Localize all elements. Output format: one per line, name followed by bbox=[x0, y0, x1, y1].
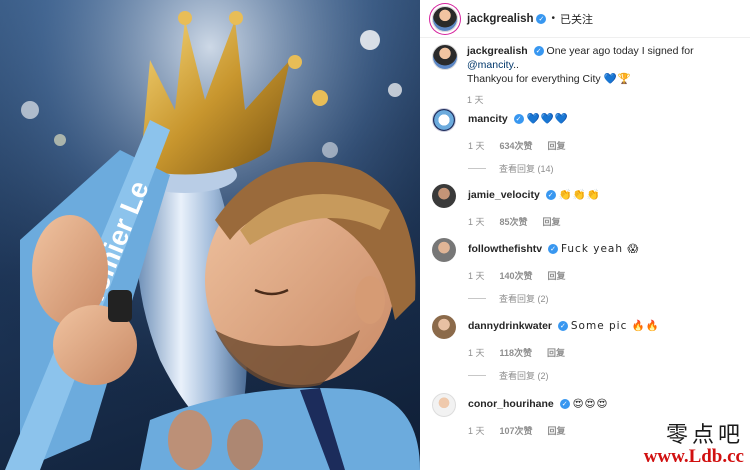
view-replies-button[interactable]: 查看回复 (2) bbox=[468, 369, 744, 382]
commenter-avatar[interactable] bbox=[432, 184, 456, 208]
comment-timestamp[interactable]: 1 天 bbox=[468, 139, 485, 152]
comment-username[interactable]: jamie_velocity bbox=[468, 189, 540, 201]
verified-badge-icon: ✓ bbox=[548, 244, 559, 254]
view-replies-label: 查看回复 (14) bbox=[499, 164, 554, 174]
comment-reply-button[interactable]: 回复 bbox=[547, 346, 565, 359]
post-caption: jackgrealish ✓ One year ago today I sign… bbox=[432, 44, 744, 107]
separator-dot: • bbox=[551, 13, 555, 24]
comment-username[interactable]: dannydrinkwater bbox=[468, 320, 552, 332]
watermark-url: www.Ldb.cc bbox=[643, 446, 744, 467]
comment-username[interactable]: mancity bbox=[468, 113, 508, 125]
caption-timestamp[interactable]: 1 天 bbox=[467, 93, 484, 107]
trophy-celebration-image: Premier Le bbox=[0, 0, 420, 470]
watermark-title: 零点吧 bbox=[665, 423, 744, 448]
comment-username[interactable]: followthefishtv bbox=[468, 243, 542, 255]
comment-timestamp[interactable]: 1 天 bbox=[468, 269, 485, 282]
city-crest-icon[interactable] bbox=[432, 108, 456, 132]
post-detail-panel: jackgrealish ✓ • 已关注 jackgrealish ✓ One … bbox=[420, 0, 750, 470]
caption-emoji: 💙🏆 bbox=[603, 73, 632, 85]
caption-text-suffix: .. bbox=[513, 59, 519, 71]
comment-item: jamie_velocity ✓ 👏👏👏 1 天 85次赞 回复 bbox=[432, 184, 744, 228]
comment-timestamp[interactable]: 1 天 bbox=[468, 215, 485, 228]
replies-line bbox=[468, 298, 486, 299]
comment-reply-button[interactable]: 回复 bbox=[543, 215, 561, 228]
verified-badge-icon: ✓ bbox=[533, 46, 544, 56]
verified-badge-icon: ✓ bbox=[557, 321, 568, 331]
post-photo[interactable]: Premier Le bbox=[0, 0, 420, 470]
commenter-avatar[interactable] bbox=[432, 393, 456, 417]
view-replies-button[interactable]: 查看回复 (14) bbox=[468, 162, 744, 175]
comment-like-count[interactable]: 634次赞 bbox=[500, 139, 533, 152]
comment-like-count[interactable]: 140次赞 bbox=[500, 269, 533, 282]
comment-username[interactable]: conor_hourihane bbox=[468, 398, 554, 410]
caption-author-avatar[interactable] bbox=[432, 44, 458, 70]
replies-line bbox=[468, 375, 486, 376]
site-watermark: 零点吧 www.Ldb.cc bbox=[614, 423, 744, 467]
commenter-avatar[interactable] bbox=[432, 238, 456, 262]
caption-text-line2: Thankyou for everything City bbox=[467, 73, 601, 85]
comment-reply-button[interactable]: 回复 bbox=[548, 139, 566, 152]
verified-badge-icon: ✓ bbox=[536, 13, 547, 24]
comment-like-count[interactable]: 107次赞 bbox=[500, 424, 533, 437]
comment-like-count[interactable]: 85次赞 bbox=[500, 215, 528, 228]
comment-text: 😍😍😍 bbox=[572, 398, 609, 410]
verified-badge-icon: ✓ bbox=[545, 190, 556, 200]
comment-text: 💙💙💙 bbox=[526, 113, 569, 125]
comment-timestamp[interactable]: 1 天 bbox=[468, 346, 485, 359]
comment-text: Fuck yeah 😱 bbox=[560, 243, 640, 255]
view-replies-button[interactable]: 查看回复 (2) bbox=[468, 292, 744, 305]
author-avatar[interactable] bbox=[432, 5, 458, 32]
view-replies-label: 查看回复 (2) bbox=[499, 294, 549, 304]
caption-text-prefix: One year ago today I signed for bbox=[546, 45, 694, 57]
post-header: jackgrealish ✓ • 已关注 bbox=[420, 0, 750, 38]
caption-username[interactable]: jackgrealish bbox=[467, 45, 528, 57]
author-username[interactable]: jackgrealish bbox=[467, 13, 533, 25]
verified-badge-icon: ✓ bbox=[513, 114, 524, 124]
comment-text: 👏👏👏 bbox=[558, 189, 601, 201]
comment-reply-button[interactable]: 回复 bbox=[548, 269, 566, 282]
commenter-avatar[interactable] bbox=[432, 315, 456, 339]
comment-item: mancity ✓ 💙💙💙 1 天 634次赞 回复 查看回复 (14) bbox=[432, 108, 744, 175]
comment-like-count[interactable]: 118次赞 bbox=[500, 346, 533, 359]
comment-text: Some pic 🔥🔥 bbox=[570, 320, 660, 332]
comment-item: followthefishtv ✓ Fuck yeah 😱 1 天 140次赞 … bbox=[432, 238, 744, 305]
caption-mention-link[interactable]: @mancity bbox=[467, 59, 513, 71]
comment-timestamp[interactable]: 1 天 bbox=[468, 424, 485, 437]
view-replies-label: 查看回复 (2) bbox=[499, 371, 549, 381]
replies-line bbox=[468, 168, 486, 169]
comment-reply-button[interactable]: 回复 bbox=[548, 424, 566, 437]
follow-button[interactable]: 已关注 bbox=[560, 11, 593, 27]
comment-item: dannydrinkwater ✓ Some pic 🔥🔥 1 天 118次赞 … bbox=[432, 315, 744, 382]
verified-badge-icon: ✓ bbox=[559, 399, 570, 409]
